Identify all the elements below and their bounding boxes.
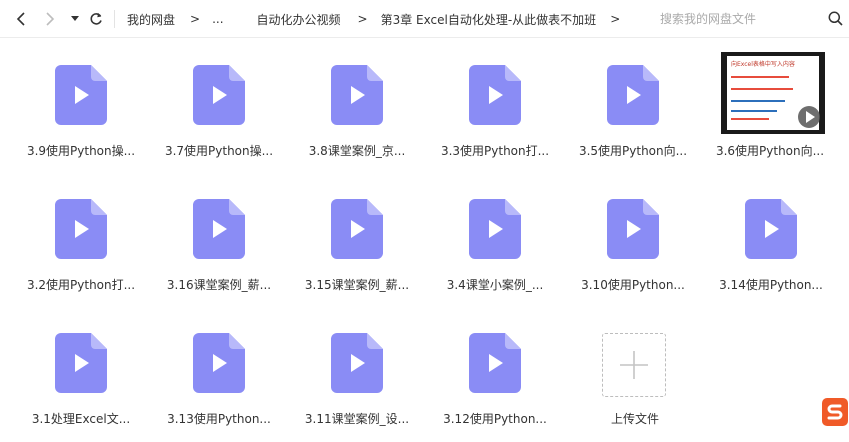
file-name: 3.1处理Excel文... [31, 412, 131, 426]
file-name: 3.5使用Python向... [578, 144, 688, 158]
file-item[interactable]: 3.16课堂案例_薪... [153, 172, 273, 292]
forward-button[interactable] [41, 8, 59, 30]
file-name: 3.6使用Python向... [715, 144, 825, 158]
video-file-icon [331, 199, 383, 259]
video-file-icon [55, 333, 107, 393]
file-item[interactable]: 3.13使用Python... [153, 306, 273, 426]
file-name: 3.2使用Python打... [26, 278, 136, 292]
video-file-icon [607, 65, 659, 125]
toolbar: 我的网盘 > ... 自动化办公视频 > 第3章 Excel自动化处理-从此做表… [0, 0, 849, 38]
video-file-icon [469, 199, 521, 259]
refresh-icon [90, 13, 102, 25]
upload-label: 上传文件 [610, 412, 659, 426]
history-dropdown-button[interactable] [68, 8, 82, 30]
breadcrumb-item-folder[interactable]: 自动化办公视频 [257, 11, 341, 28]
video-file-icon [55, 65, 107, 125]
video-file-icon [193, 333, 245, 393]
file-item[interactable]: 3.15课堂案例_薪... [291, 172, 411, 292]
file-item[interactable]: 3.7使用Python操... [153, 38, 273, 158]
video-file-icon [607, 199, 659, 259]
plus-icon [620, 351, 648, 379]
file-name: 3.4课堂小案例_... [446, 278, 544, 292]
breadcrumb-separator: > [610, 12, 621, 26]
video-file-icon [55, 199, 107, 259]
search-box [646, 7, 847, 31]
search-input[interactable] [646, 7, 847, 31]
video-thumbnail: 向Excel表格中写入内容 [721, 52, 825, 134]
back-arrow-icon [16, 12, 25, 26]
file-item[interactable]: 3.5使用Python向... [567, 38, 687, 158]
video-file-icon [193, 65, 245, 125]
file-item[interactable]: 3.3使用Python打... [429, 38, 549, 158]
file-item[interactable]: 向Excel表格中写入内容 3.6使用Python向... [698, 38, 825, 158]
file-item[interactable]: 3.11课堂案例_设... [291, 306, 411, 426]
file-item[interactable]: 3.14使用Python... [705, 172, 825, 292]
file-name: 3.13使用Python... [167, 412, 271, 426]
search-icon[interactable] [828, 11, 843, 26]
file-name: 3.9使用Python操... [26, 144, 136, 158]
toolbar-divider [114, 10, 115, 28]
file-name: 3.16课堂案例_薪... [166, 278, 272, 292]
file-name: 3.15课堂案例_薪... [304, 278, 410, 292]
file-name: 3.14使用Python... [719, 278, 823, 292]
file-item[interactable]: 3.2使用Python打... [15, 172, 135, 292]
video-file-icon [331, 333, 383, 393]
file-item[interactable]: 3.1处理Excel文... [15, 306, 135, 426]
breadcrumb-separator: > [357, 12, 368, 26]
file-item[interactable]: 3.4课堂小案例_... [429, 172, 549, 292]
sogou-input-logo-icon[interactable] [821, 397, 849, 427]
forward-arrow-icon [46, 12, 55, 26]
breadcrumb-item-root[interactable]: 我的网盘 [127, 11, 175, 28]
file-item[interactable]: 3.8课堂案例_京... [291, 38, 411, 158]
thumbnail-title: 向Excel表格中写入内容 [731, 60, 795, 68]
video-file-icon [469, 65, 521, 125]
breadcrumb-item-current[interactable]: 第3章 Excel自动化处理-从此做表不加班 [381, 11, 597, 28]
file-item[interactable]: 3.9使用Python操... [15, 38, 135, 158]
video-file-icon [193, 199, 245, 259]
file-name: 3.10使用Python... [581, 278, 685, 292]
dropdown-caret-icon [71, 16, 79, 21]
file-name: 3.12使用Python... [443, 412, 547, 426]
breadcrumb-item-ellipsis[interactable]: ... [212, 12, 223, 26]
video-file-icon [331, 65, 383, 125]
back-button[interactable] [12, 8, 30, 30]
file-item[interactable]: 3.12使用Python... [429, 306, 549, 426]
upload-file-button[interactable]: 上传文件 [562, 316, 682, 436]
refresh-button[interactable] [86, 8, 106, 30]
file-name: 3.8课堂案例_京... [308, 144, 406, 158]
file-name: 3.11课堂案例_设... [304, 412, 410, 426]
file-name: 3.7使用Python操... [164, 144, 274, 158]
upload-dropzone[interactable] [602, 333, 666, 397]
breadcrumb-separator: > [190, 12, 201, 26]
file-name: 3.3使用Python打... [440, 144, 550, 158]
video-file-icon [469, 333, 521, 393]
file-item[interactable]: 3.10使用Python... [567, 172, 687, 292]
breadcrumb: 我的网盘 > ... 自动化办公视频 > 第3章 Excel自动化处理-从此做表… [127, 0, 633, 38]
video-file-icon [745, 199, 797, 259]
